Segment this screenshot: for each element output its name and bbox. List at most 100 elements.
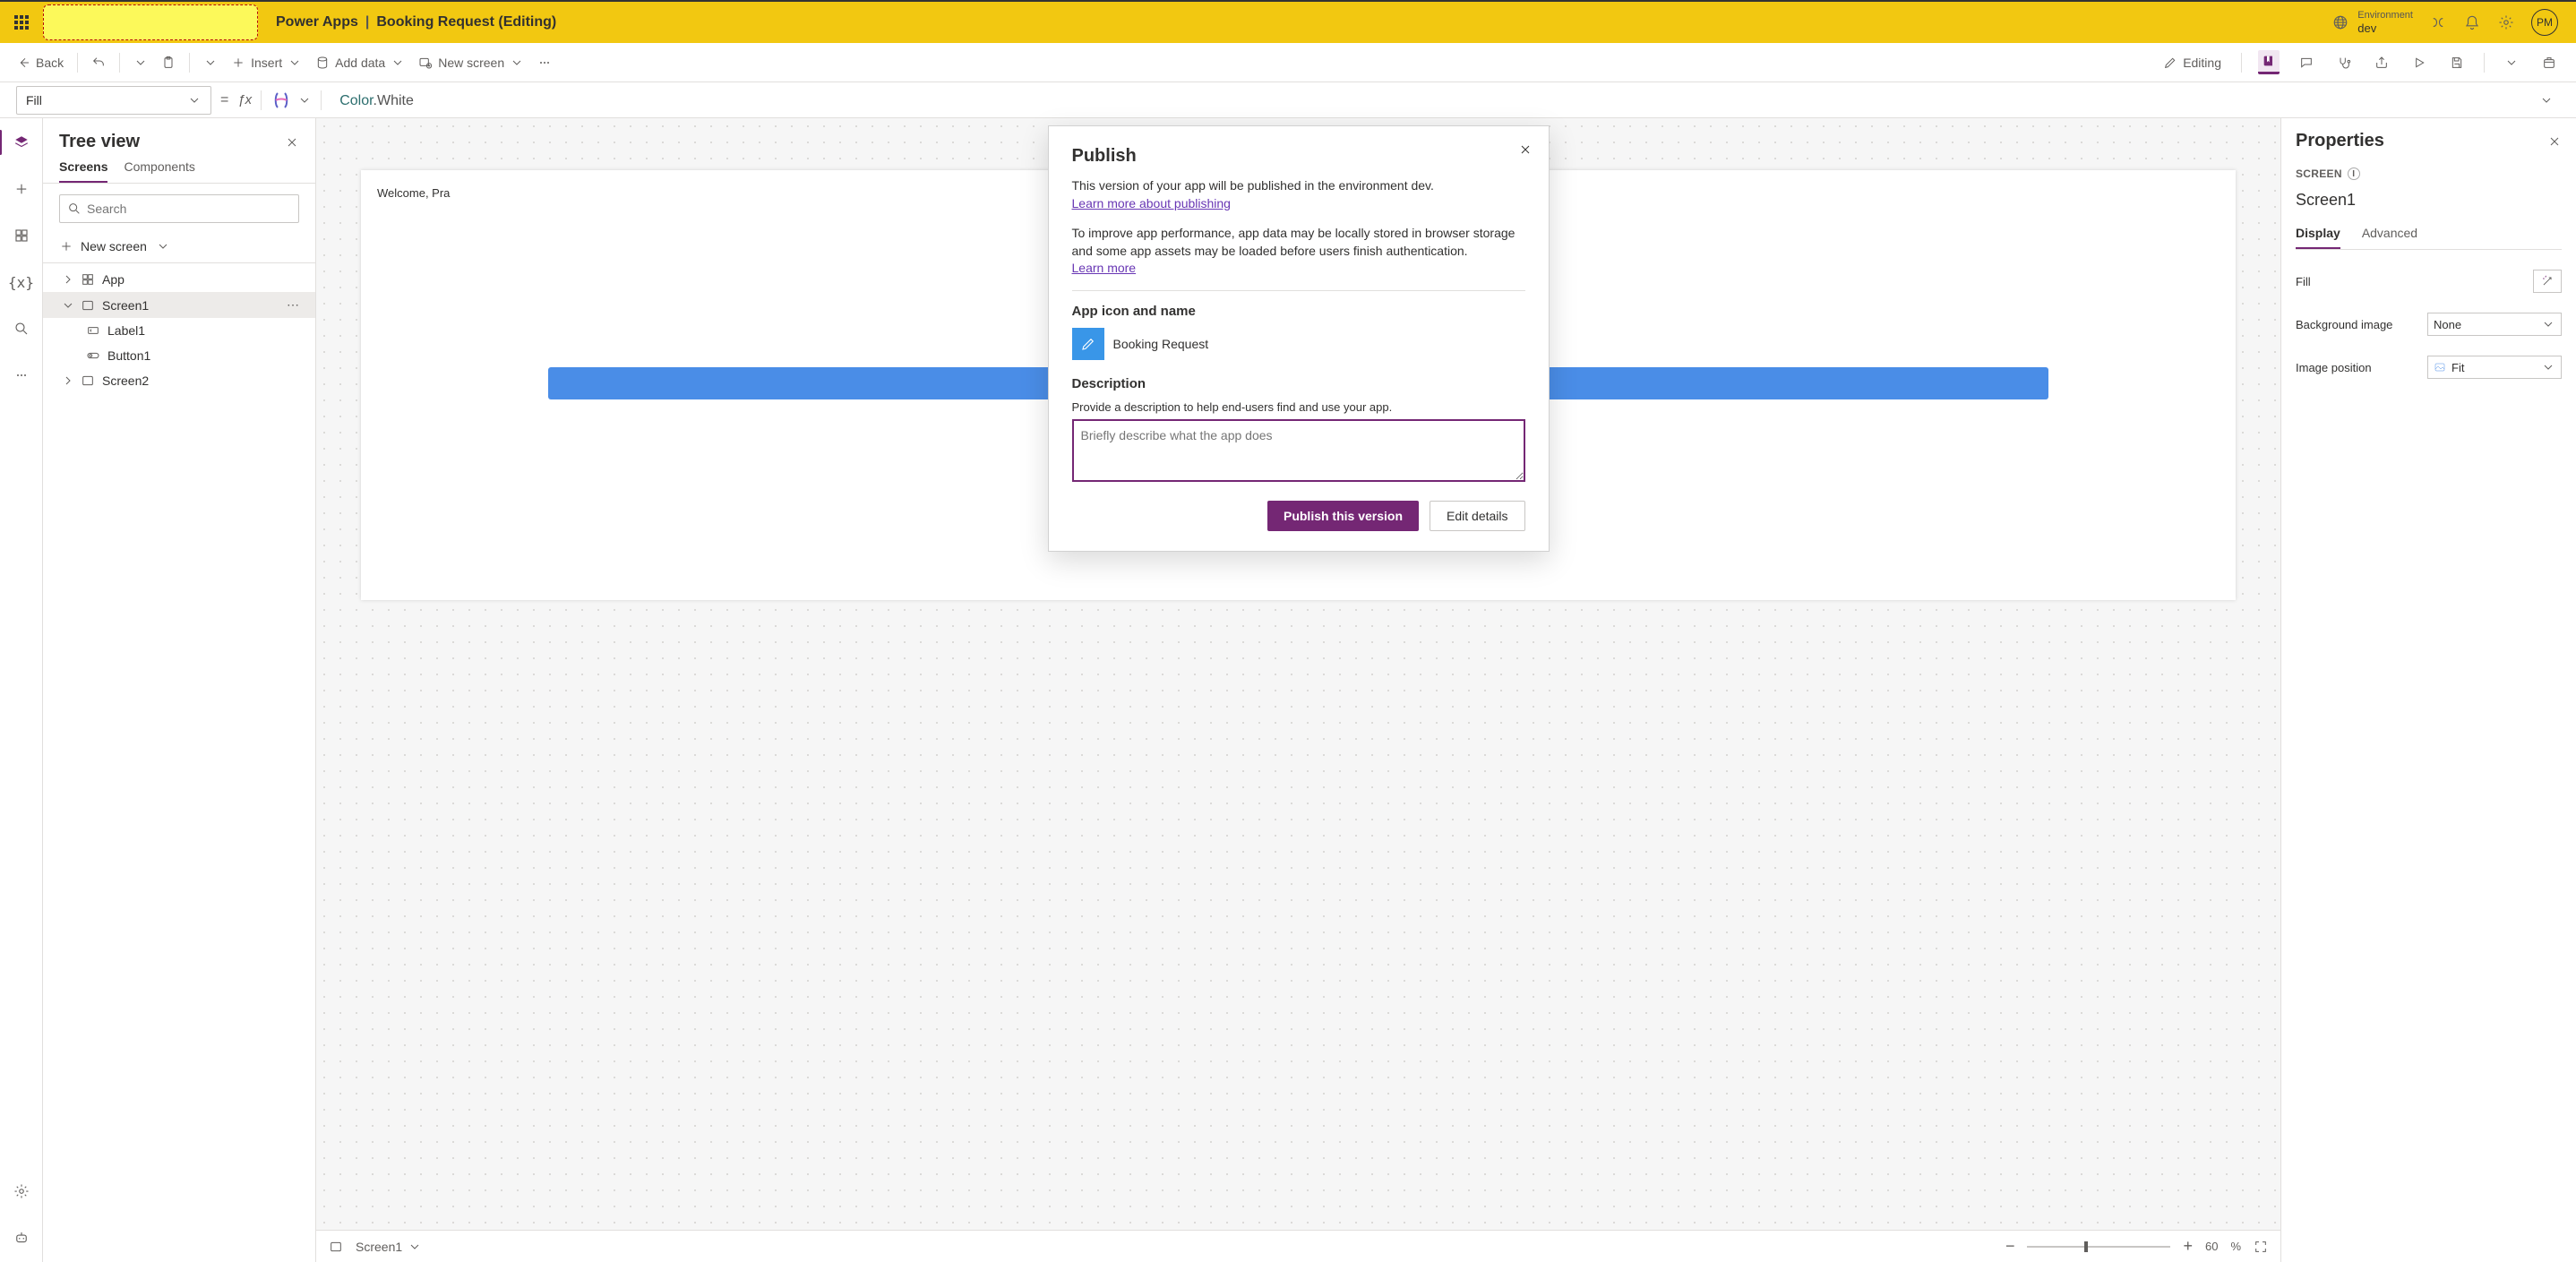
formula-input[interactable]: Color.White [331, 91, 2524, 109]
fit-to-window-button[interactable] [2254, 1240, 2268, 1254]
tab-components[interactable]: Components [124, 159, 194, 183]
rail-variables[interactable]: {x} [11, 271, 32, 293]
more-commands-button[interactable] [537, 43, 552, 82]
tree-item-screen2[interactable]: Screen2 [43, 368, 315, 393]
modal-info-text: This version of your app will be publish… [1072, 177, 1525, 195]
new-screen-dropdown[interactable]: New screen [43, 234, 315, 263]
share-button[interactable] [2371, 52, 2392, 73]
separator [261, 90, 262, 110]
editing-label: Editing [2183, 56, 2221, 70]
rail-tree-view[interactable] [11, 132, 32, 153]
search-icon [67, 202, 82, 216]
fill-color-picker[interactable] [2533, 270, 2562, 293]
canvas-label1[interactable]: Welcome, Pra [377, 186, 450, 200]
chevron-down-icon [2539, 93, 2554, 107]
zoom-in-button[interactable]: + [2183, 1237, 2193, 1256]
rail-data[interactable] [11, 225, 32, 246]
pencil-icon [1080, 336, 1096, 352]
rail-more[interactable] [11, 365, 32, 386]
zoom-slider[interactable] [2027, 1246, 2170, 1248]
notifications-button[interactable] [2463, 13, 2481, 31]
formula-copilot-button[interactable] [270, 82, 312, 117]
redacted-brand-area [43, 4, 258, 40]
paste-button[interactable] [161, 43, 176, 82]
package-icon [2542, 56, 2556, 70]
copilot-header-button[interactable] [2429, 13, 2447, 31]
insert-button[interactable]: Insert [231, 43, 302, 82]
separator [2241, 53, 2242, 73]
clipboard-icon [161, 56, 176, 70]
paste-dropdown[interactable] [203, 43, 218, 82]
new-screen-button[interactable]: New screen [418, 43, 524, 82]
tab-advanced[interactable]: Advanced [2362, 226, 2417, 249]
rail-insert[interactable] [11, 178, 32, 200]
new-screen-label: New screen [81, 239, 147, 253]
formula-token-type: Color [339, 93, 373, 108]
tree-item-label: Label1 [107, 323, 145, 338]
tree-item-label1[interactable]: Label1 [43, 318, 315, 343]
bell-icon [2464, 14, 2480, 30]
close-properties-button[interactable] [2547, 134, 2562, 149]
image-icon [2434, 362, 2446, 373]
publish-this-version-button[interactable]: Publish this version [1267, 501, 1419, 531]
separator [321, 90, 322, 110]
modal-title: Publish [1072, 146, 1525, 167]
comments-button[interactable] [2258, 50, 2280, 74]
zoom-value: 60 [2205, 1240, 2218, 1253]
rail-ask-virtual-agent[interactable] [11, 1227, 32, 1249]
app-launcher-button[interactable] [9, 10, 34, 35]
close-icon [2547, 134, 2562, 149]
learn-more-link[interactable]: Learn more [1072, 261, 1137, 275]
save-button[interactable] [2446, 52, 2468, 73]
edit-details-button[interactable]: Edit details [1430, 501, 1524, 531]
rail-settings[interactable] [11, 1180, 32, 1202]
app-checker-button[interactable] [2333, 52, 2355, 73]
modal-performance-text: To improve app performance, app data may… [1072, 225, 1525, 260]
tree-item-label: Screen2 [102, 373, 149, 388]
preview-button[interactable] [2409, 52, 2430, 73]
tree-item-label: Button1 [107, 348, 150, 363]
avatar-initials: PM [2537, 16, 2553, 29]
imgpos-dropdown[interactable]: Fit [2427, 356, 2562, 379]
insert-label: Insert [251, 56, 282, 70]
save-dropdown[interactable] [2501, 52, 2522, 73]
user-avatar[interactable]: PM [2531, 9, 2558, 36]
expand-formula-button[interactable] [2533, 87, 2560, 114]
zoom-out-button[interactable]: − [2005, 1237, 2015, 1256]
tab-display[interactable]: Display [2296, 226, 2340, 249]
description-textarea[interactable] [1072, 419, 1525, 482]
rail-search[interactable] [11, 318, 32, 339]
undo-button[interactable] [91, 43, 106, 82]
back-button[interactable]: Back [16, 43, 64, 82]
divider [1072, 290, 1525, 291]
publish-icon-button[interactable] [2538, 52, 2560, 73]
environment-picker[interactable]: Environment dev [2332, 10, 2413, 36]
screen-icon [81, 298, 95, 313]
tree-item-button1[interactable]: Button1 [43, 343, 315, 368]
info-icon[interactable]: i [2348, 167, 2360, 180]
screen-selector[interactable]: Screen1 [356, 1231, 422, 1262]
learn-more-publishing-link[interactable]: Learn more about publishing [1072, 196, 1231, 210]
properties-title: Properties [2296, 131, 2384, 151]
chevron-down-icon [156, 239, 170, 253]
tree-item-more-button[interactable]: ⋯ [287, 297, 306, 313]
tree-item-app[interactable]: App [43, 267, 315, 292]
new-screen-icon [418, 56, 433, 70]
app-name-value: Booking Request [1113, 337, 1209, 351]
tab-screens[interactable]: Screens [59, 159, 107, 183]
property-selector[interactable]: Fill [16, 86, 211, 115]
tree-search-input[interactable] [59, 194, 299, 223]
settings-header-button[interactable] [2497, 13, 2515, 31]
search-field[interactable] [87, 202, 291, 216]
tree-item-screen1[interactable]: Screen1 ⋯ [43, 292, 315, 318]
editing-mode-button[interactable]: Editing [2160, 52, 2225, 73]
chevron-down-icon [203, 56, 218, 70]
close-modal-button[interactable] [1518, 142, 1533, 157]
bgimage-dropdown[interactable]: None [2427, 313, 2562, 336]
add-data-button[interactable]: Add data [315, 43, 405, 82]
chat-button[interactable] [2296, 52, 2317, 73]
close-tree-view-button[interactable] [285, 135, 299, 150]
undo-dropdown[interactable] [133, 43, 148, 82]
copilot-icon [270, 90, 292, 111]
layers-icon [13, 134, 30, 150]
